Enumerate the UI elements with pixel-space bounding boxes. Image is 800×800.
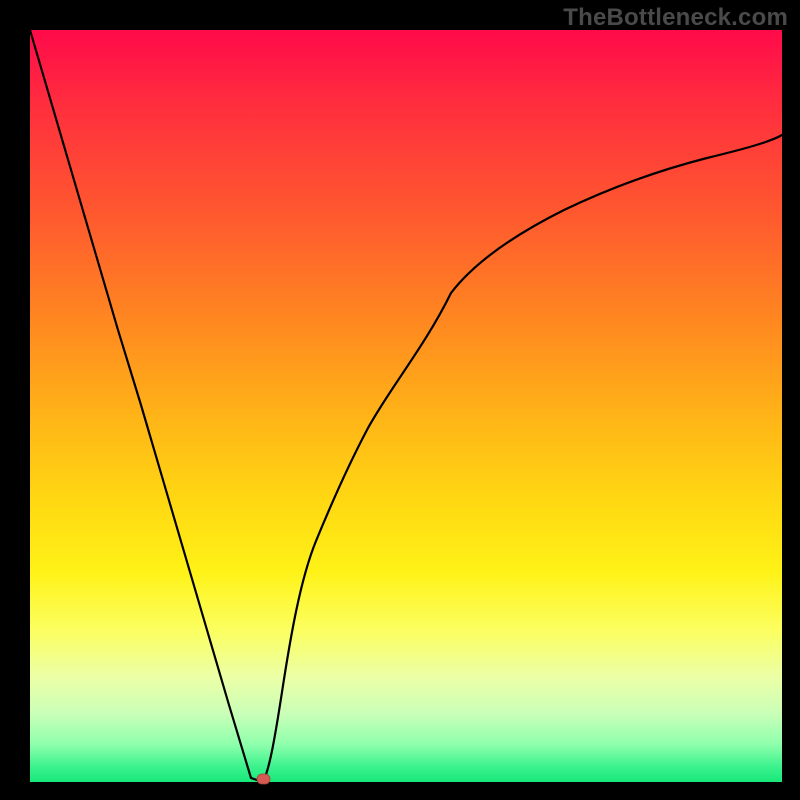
watermark-text: TheBottleneck.com — [563, 4, 788, 32]
chart-frame: TheBottleneck.com — [0, 0, 800, 800]
bottleneck-curve — [30, 30, 782, 782]
curve-left-branch — [30, 30, 263, 782]
minimum-marker — [257, 774, 270, 784]
plot-area — [30, 30, 782, 782]
curve-right-branch — [263, 135, 782, 782]
